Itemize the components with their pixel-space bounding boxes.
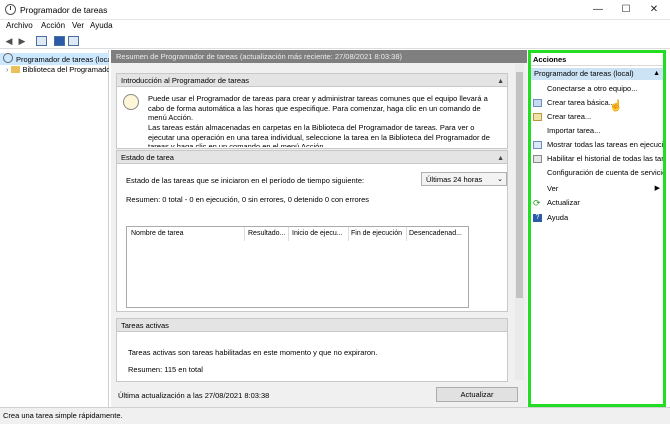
action-help-label: Ayuda	[547, 213, 569, 222]
action-view[interactable]: Ver ▶	[531, 182, 663, 196]
clock-intro-icon	[123, 94, 139, 110]
menu-accion[interactable]: Acción	[41, 21, 65, 30]
hand-cursor-icon: ☝	[609, 100, 623, 112]
refresh-button[interactable]: Actualizar	[436, 387, 518, 402]
col-task-name[interactable]: Nombre de tarea	[131, 230, 184, 237]
action-at-account[interactable]: Configuración de cuenta de servicio AT	[531, 166, 663, 180]
window-title: Programador de tareas	[20, 5, 108, 15]
clock-icon	[3, 53, 13, 63]
period-dropdown[interactable]: Últimas 24 horas ⌄	[421, 172, 507, 186]
active-tasks-text: Tareas activas son tareas habilitadas en…	[128, 348, 378, 357]
basic-task-icon	[533, 99, 542, 107]
action-show-running[interactable]: Mostrar todas las tareas en ejecución	[531, 138, 663, 152]
menu-archivo[interactable]: Archivo	[6, 21, 33, 30]
folder-icon	[10, 66, 20, 73]
history-icon	[533, 155, 542, 163]
maximize-button[interactable]: ☐	[612, 0, 640, 20]
intro-section-header[interactable]: Introducción al Programador de tareas ▲	[117, 74, 507, 87]
active-tasks-summary: Resumen: 115 en total	[128, 365, 203, 374]
collapse-arrow-icon[interactable]: ▲	[653, 68, 660, 80]
refresh-icon: ⟳	[533, 198, 541, 208]
action-import-task[interactable]: Importar tarea...	[531, 124, 663, 138]
column-divider	[288, 227, 289, 241]
clock-app-icon	[5, 4, 16, 15]
running-tasks-icon	[533, 141, 542, 149]
tree-library-label: Biblioteca del Programador de tareas	[22, 65, 110, 74]
col-result[interactable]: Resultado...	[248, 230, 285, 237]
intro-paragraph-2: Las tareas están almacenadas en carpetas…	[148, 123, 490, 147]
task-status-title: Estado de tarea	[121, 153, 174, 162]
action-refresh[interactable]: ⟳ Actualizar	[531, 196, 663, 210]
intro-paragraph-1: Puede usar el Programador de tareas para…	[148, 94, 488, 122]
minimize-button[interactable]: —	[584, 0, 612, 20]
collapse-arrow-icon[interactable]: ▲	[497, 152, 504, 165]
status-bar: Crea una tarea simple rápidamente.	[0, 407, 670, 424]
action-show-running-label: Mostrar todas las tareas en ejecución	[547, 140, 663, 149]
submenu-arrow-icon: ▶	[654, 185, 660, 192]
scrollbar-thumb[interactable]	[516, 72, 523, 298]
action-help[interactable]: ? Ayuda	[531, 211, 663, 225]
window-title-bar: Programador de tareas — ☐ ✕	[0, 0, 670, 20]
back-arrow-icon[interactable]: ◀	[3, 35, 15, 47]
column-divider	[406, 227, 407, 241]
action-connect[interactable]: Conectarse a otro equipo...	[531, 82, 663, 96]
intro-title: Introducción al Programador de tareas	[121, 76, 249, 85]
actions-header: Acciones	[531, 53, 663, 66]
actions-subheader-label: Programador de tareas (local)	[534, 69, 634, 78]
period-dropdown-value: Últimas 24 horas	[426, 175, 483, 184]
active-tasks-section: Tareas activas Tareas activas son tareas…	[116, 318, 508, 382]
status-period-label: Estado de las tareas que se iniciaron en…	[126, 176, 365, 185]
help-icon[interactable]	[54, 36, 65, 46]
col-trigger[interactable]: Desencadenad...	[409, 230, 462, 237]
chevron-down-icon: ⌄	[497, 176, 503, 183]
tree-item-root[interactable]: Programador de tareas (local)	[0, 53, 109, 65]
actions-pane: Acciones Programador de tareas (local) ▲…	[528, 50, 666, 407]
intro-section: Introducción al Programador de tareas ▲ …	[116, 73, 508, 149]
create-task-icon	[533, 113, 542, 121]
console-tree: Programador de tareas (local) › Bibliotec…	[0, 50, 109, 407]
menu-ver[interactable]: Ver	[72, 21, 84, 30]
status-summary: Resumen: 0 total - 0 en ejecución, 0 sin…	[126, 195, 370, 204]
col-end[interactable]: Fin de ejecución	[351, 230, 402, 237]
task-status-section: Estado de tarea ▲ Estado de las tareas q…	[116, 150, 508, 312]
col-start[interactable]: Inicio de ejecu...	[292, 230, 343, 237]
action-create-task-label: Crear tarea...	[547, 112, 592, 121]
toolbar: ◀ ▶	[0, 33, 670, 49]
active-tasks-title: Tareas activas	[121, 321, 169, 330]
action-view-label: Ver	[547, 184, 559, 193]
close-button[interactable]: ✕	[640, 0, 668, 20]
action-refresh-label: Actualizar	[547, 198, 580, 207]
action-import-task-label: Importar tarea...	[547, 126, 601, 135]
task-status-grid: Nombre de tarea Resultado... Inicio de e…	[126, 226, 469, 308]
task-status-header[interactable]: Estado de tarea ▲	[117, 151, 507, 164]
collapse-arrow-icon[interactable]: ▲	[497, 75, 504, 88]
active-tasks-header[interactable]: Tareas activas	[117, 319, 507, 332]
expand-chevron-icon[interactable]: ›	[6, 65, 9, 74]
action-pane-icon[interactable]	[68, 36, 79, 46]
menu-ayuda[interactable]: Ayuda	[90, 21, 113, 30]
action-create-task[interactable]: Crear tarea...	[531, 110, 663, 124]
action-create-basic-task[interactable]: Crear tarea básica...	[531, 96, 663, 110]
actions-subheader[interactable]: Programador de tareas (local) ▲	[531, 68, 663, 80]
tree-root-label: Programador de tareas (local)	[16, 55, 109, 64]
tree-item-library[interactable]: › Biblioteca del Programador de tareas	[0, 65, 109, 77]
column-divider	[244, 227, 245, 241]
action-connect-label: Conectarse a otro equipo...	[547, 84, 638, 93]
last-update-text: Última actualización a las 27/08/2021 8:…	[118, 391, 270, 400]
menu-bar: Archivo Acción Ver Ayuda	[0, 20, 670, 33]
forward-arrow-icon[interactable]: ▶	[16, 35, 28, 47]
console-tree-icon[interactable]	[36, 36, 47, 46]
column-divider	[348, 227, 349, 241]
action-at-account-label: Configuración de cuenta de servicio AT	[547, 168, 663, 177]
action-create-basic-task-label: Crear tarea básica...	[547, 98, 615, 107]
help-icon: ?	[533, 214, 542, 222]
summary-header: Resumen de Programador de tareas (actual…	[111, 50, 527, 63]
action-enable-history[interactable]: Habilitar el historial de todas las tare…	[531, 152, 663, 166]
action-enable-history-label: Habilitar el historial de todas las tare…	[547, 154, 663, 163]
center-scrollbar[interactable]	[515, 64, 524, 380]
